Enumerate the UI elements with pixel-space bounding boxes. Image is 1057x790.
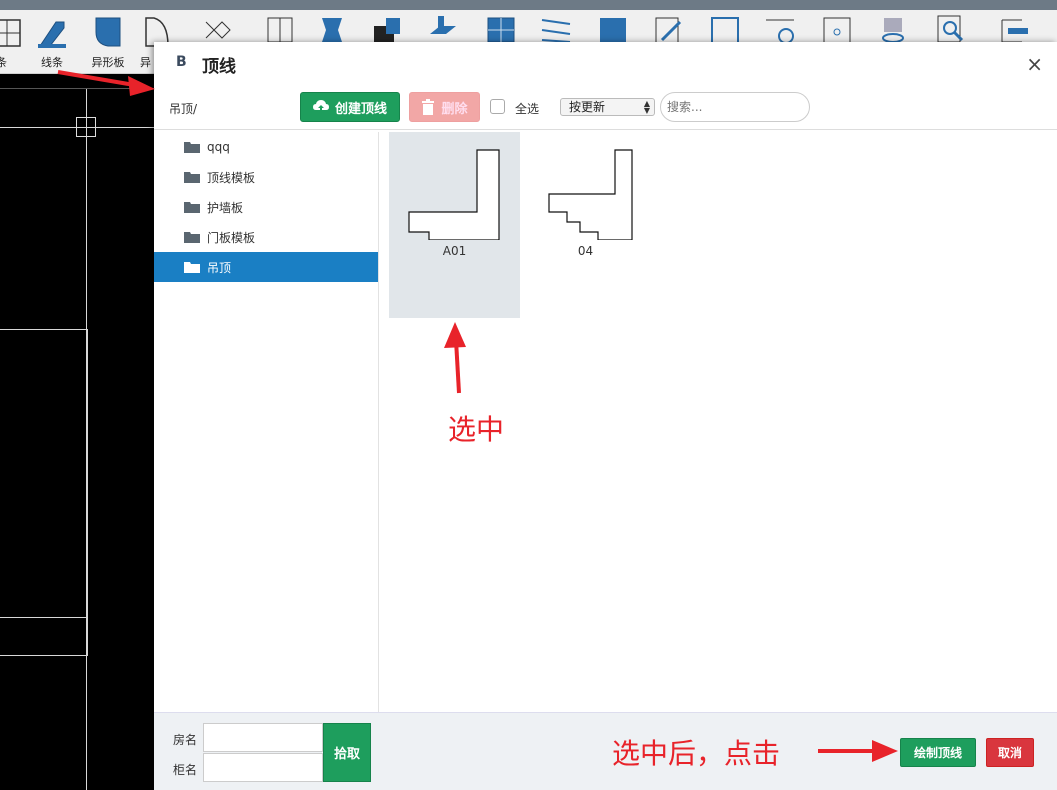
profile-04-icon xyxy=(548,149,633,240)
blue-box-icon xyxy=(600,18,626,44)
app-title-strip xyxy=(0,0,1057,10)
folder-icon xyxy=(184,262,200,273)
create-top-line-button[interactable]: 创建顶线 xyxy=(300,92,400,122)
edit-document-icon xyxy=(655,17,682,44)
delete-button[interactable]: 删除 xyxy=(409,92,480,122)
thumbnail-label: 04 xyxy=(577,244,594,258)
folder-label: 顶线模板 xyxy=(207,170,256,185)
cancel-button[interactable]: 取消 xyxy=(986,738,1034,767)
room-name-input[interactable] xyxy=(203,723,323,752)
folder-label: 门板模板 xyxy=(207,230,256,245)
toolbar-item-label: 线条 xyxy=(41,56,63,69)
stripes-icon xyxy=(541,19,571,43)
select-all-label: 全选 xyxy=(515,102,540,116)
cad-line xyxy=(0,617,88,618)
thumbnail-item-a01[interactable]: A01 xyxy=(389,132,520,318)
folder-label: 吊顶 xyxy=(207,260,232,275)
select-arrows-icon: ▲ ▼ xyxy=(643,99,650,115)
profile-strip-icon xyxy=(0,19,21,47)
folder-item-ceiling[interactable]: 吊顶 xyxy=(154,252,378,282)
selected-annotation: 选中 xyxy=(448,413,505,446)
sort-select-value: 按更新 xyxy=(569,100,606,114)
crosshatch-icon xyxy=(205,21,231,39)
dialog-footer: 房名 柜名 拾取 绘制顶线 取消 xyxy=(154,712,1057,790)
folder-item-qqq[interactable]: qqq xyxy=(154,132,378,162)
sort-select[interactable]: 按更新 ▲ ▼ xyxy=(560,98,655,116)
cabinet-name-input[interactable] xyxy=(203,753,323,782)
dialog-header: B 顶线 × xyxy=(154,42,1057,86)
folder-item-top-line-template[interactable]: 顶线模板 xyxy=(154,162,378,192)
click-annotation: 选中后，点击 xyxy=(612,737,781,770)
frame-icon xyxy=(711,17,739,44)
folder-label: qqq xyxy=(207,140,230,154)
folder-item-door-template[interactable]: 门板模板 xyxy=(154,222,378,252)
thumbnail-label: A01 xyxy=(442,244,467,258)
cad-line xyxy=(0,329,88,330)
shelf-circle-icon xyxy=(766,19,794,44)
trash-icon xyxy=(422,99,435,115)
breadcrumb: 吊顶/ xyxy=(169,102,198,116)
bracket-icon xyxy=(1001,19,1028,43)
folder-icon xyxy=(184,172,200,183)
dialog-logo: B xyxy=(176,54,187,70)
select-all-checkbox[interactable] xyxy=(490,99,505,114)
folder-icon xyxy=(184,232,200,243)
profile-a01-icon xyxy=(408,149,500,240)
box-icon xyxy=(374,18,400,42)
cad-line xyxy=(0,655,88,656)
line-strip-icon xyxy=(38,21,66,48)
door-panel-icon xyxy=(267,17,293,43)
shaped-board-icon xyxy=(95,17,121,47)
close-icon[interactable]: × xyxy=(1026,52,1043,76)
cabinet-name-label: 柜名 xyxy=(173,763,198,777)
create-label: 创建顶线 xyxy=(334,101,387,117)
zigzag-board-icon xyxy=(322,18,342,42)
delete-label: 删除 xyxy=(441,101,468,117)
handle-icon xyxy=(882,18,904,43)
cabinet-icon xyxy=(823,17,851,44)
cad-canvas[interactable] xyxy=(0,88,160,790)
folder-icon xyxy=(184,202,200,213)
cad-snap-box xyxy=(76,117,96,137)
folder-icon xyxy=(184,142,200,153)
cad-line xyxy=(87,329,88,656)
folder-label: 护墙板 xyxy=(207,200,244,215)
panel-icon xyxy=(430,16,456,34)
dialog-toolbar: 吊顶/ 创建顶线 删除 全选 按更新 ▲ ▼ xyxy=(154,90,1057,130)
dialog-title: 顶线 xyxy=(202,57,236,77)
magnifier-icon xyxy=(937,15,964,43)
toolbar-item-line-strip[interactable]: 线条 xyxy=(30,12,74,72)
pick-button[interactable]: 拾取 xyxy=(323,723,371,782)
room-name-label: 房名 xyxy=(173,733,198,747)
folder-item-wainscot[interactable]: 护墙板 xyxy=(154,192,378,222)
cloud-upload-icon xyxy=(312,100,329,113)
grid-panel-icon xyxy=(487,17,515,43)
arrow-path xyxy=(57,70,141,88)
thumbnail-item-04[interactable]: 04 xyxy=(520,132,651,318)
draw-top-line-button[interactable]: 绘制顶线 xyxy=(900,738,976,767)
search-input[interactable] xyxy=(660,92,810,122)
toolbar-item-shaped-board[interactable]: 异形板 xyxy=(86,12,130,72)
folder-tree: qqq 顶线模板 护墙板 门板模板 吊顶 xyxy=(154,132,379,712)
top-line-dialog: B 顶线 × 吊顶/ 创建顶线 删除 全选 按更新 ▲▼ qqq 顶线模板 xyxy=(154,42,1057,790)
toolbar-item-label: 异形板 xyxy=(91,56,125,69)
